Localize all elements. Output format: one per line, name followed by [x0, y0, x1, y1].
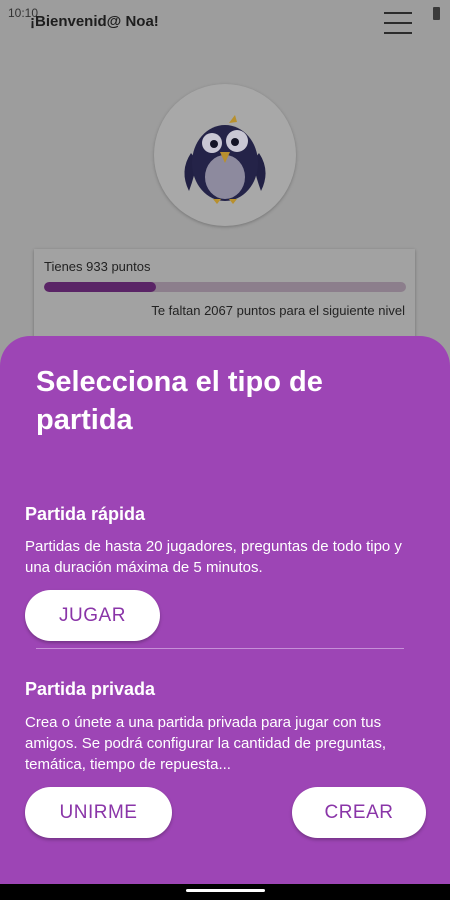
system-navigation-bar — [0, 884, 450, 900]
battery-icon — [433, 7, 440, 20]
section-divider — [36, 648, 404, 649]
avatar[interactable] — [154, 84, 296, 226]
join-button[interactable]: UNIRME — [25, 787, 172, 838]
menu-line — [384, 12, 412, 14]
penguin-avatar-icon — [184, 115, 266, 204]
welcome-greeting: ¡Bienvenid@ Noa! — [30, 13, 159, 30]
level-progress-fill — [44, 282, 157, 292]
private-game-title: Partida privada — [25, 679, 156, 699]
private-game-description: Crea o únete a una partida privada para … — [25, 714, 387, 773]
quick-game-title: Partida rápida — [25, 504, 146, 524]
points-text: Tienes 933 puntos — [44, 259, 151, 274]
create-button[interactable]: CREAR — [292, 787, 426, 838]
remaining-points-text: Te faltan 2067 puntos para el siguiente … — [151, 303, 405, 318]
menu-line — [384, 32, 412, 34]
level-progress-bar — [44, 282, 406, 292]
hamburger-menu-icon[interactable] — [384, 10, 412, 36]
sheet-title: Selecciona el tipo de partida — [36, 366, 323, 436]
home-gesture-handle[interactable] — [186, 889, 265, 892]
game-type-sheet: Selecciona el tipo de partida Partida rá… — [0, 336, 450, 884]
quick-game-description: Partidas de hasta 20 jugadores, pregunta… — [25, 538, 402, 576]
play-button[interactable]: JUGAR — [25, 590, 160, 641]
menu-line — [384, 22, 412, 24]
